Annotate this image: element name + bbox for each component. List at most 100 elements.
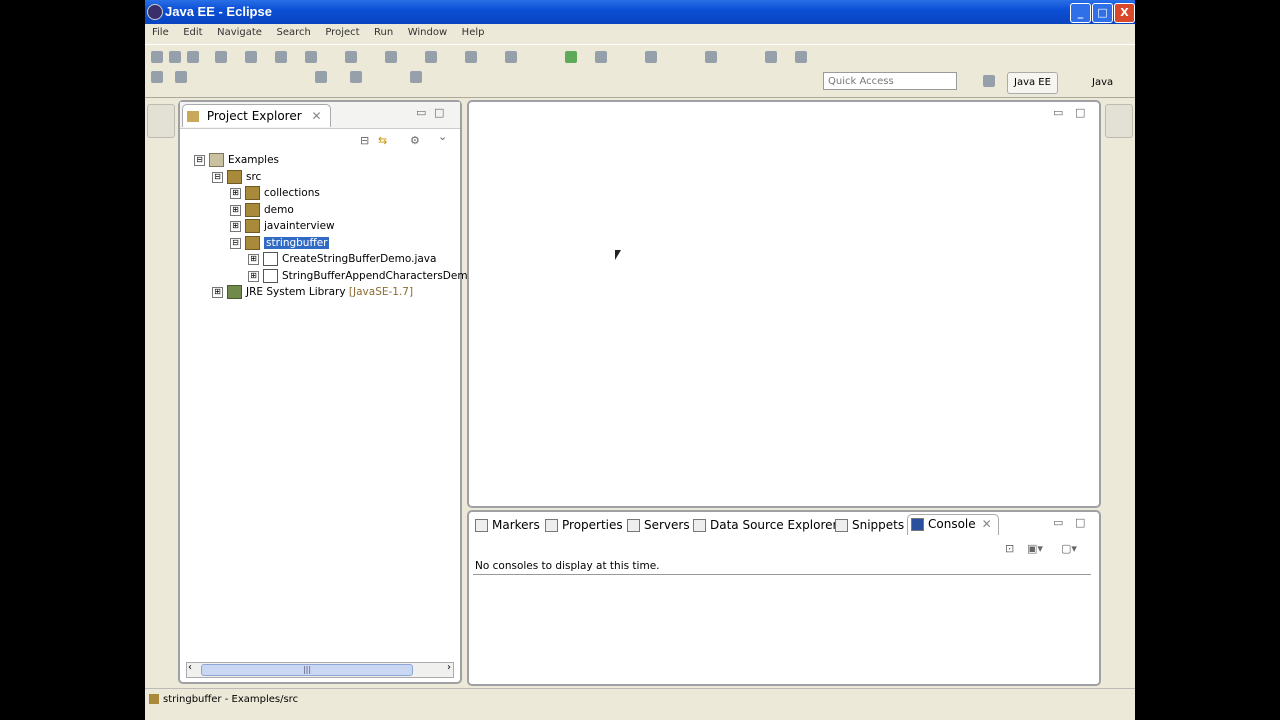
- back-icon[interactable]: [765, 51, 777, 63]
- mouse-cursor-icon: [615, 250, 621, 260]
- close-tab-icon[interactable]: ✕: [312, 109, 322, 123]
- menu-help[interactable]: Help: [458, 24, 489, 41]
- scrollbar-grip: |||: [302, 665, 312, 674]
- left-trim-restore[interactable]: [147, 104, 175, 138]
- tab-snippets[interactable]: Snippets: [835, 516, 904, 534]
- maximize-view-icon[interactable]: □: [434, 106, 444, 119]
- close-tab-icon[interactable]: ✕: [982, 517, 992, 531]
- editor-area[interactable]: ▭ □: [467, 100, 1101, 508]
- tab-console[interactable]: Console ✕: [907, 514, 999, 535]
- print-icon[interactable]: [187, 51, 199, 63]
- expander-icon[interactable]: ⊞: [230, 204, 241, 216]
- tree-label: javainterview: [264, 220, 335, 232]
- maximize-editor-icon[interactable]: □: [1075, 106, 1085, 119]
- tab-properties[interactable]: Properties: [545, 516, 623, 534]
- minimize-editor-icon[interactable]: ▭: [1053, 106, 1063, 119]
- edit-icon[interactable]: [465, 51, 477, 63]
- toolbar-row2-icon-2[interactable]: [175, 71, 187, 83]
- menu-search[interactable]: Search: [272, 24, 314, 41]
- expander-icon[interactable]: ⊟: [194, 154, 205, 166]
- maximize-panel-icon[interactable]: □: [1075, 516, 1085, 529]
- toolbar-row2-icon-4[interactable]: [350, 71, 362, 83]
- tree-label: collections: [264, 187, 320, 199]
- new-project-icon[interactable]: [345, 51, 357, 63]
- menu-window[interactable]: Window: [404, 24, 451, 41]
- expander-icon[interactable]: ⊟: [212, 171, 223, 183]
- menu-file[interactable]: File: [148, 24, 173, 41]
- tree-label: JRE System Library: [246, 286, 346, 298]
- toolbar-row2-icon-5[interactable]: [410, 71, 422, 83]
- tree-node-src[interactable]: ⊟ src: [212, 169, 261, 185]
- expander-icon[interactable]: ⊞: [212, 286, 223, 298]
- build-icon[interactable]: [215, 51, 227, 63]
- close-button[interactable]: X: [1114, 3, 1135, 23]
- perspective-java-ee[interactable]: Java EE: [1007, 72, 1058, 94]
- server-icon[interactable]: [245, 51, 257, 63]
- console-icon: [911, 518, 924, 531]
- tab-servers[interactable]: Servers: [627, 516, 690, 534]
- run-app-icon[interactable]: [565, 51, 577, 63]
- maximize-button[interactable]: □: [1092, 3, 1113, 23]
- toggle-icon[interactable]: [505, 51, 517, 63]
- tree-node-stringbuffer[interactable]: ⊟ stringbuffer: [230, 235, 330, 251]
- tree-node-examples[interactable]: ⊟ Examples: [194, 152, 279, 168]
- expander-icon[interactable]: ⊞: [248, 253, 259, 265]
- minimize-panel-icon[interactable]: ▭: [1053, 516, 1063, 529]
- tree-node-jre-system-library[interactable]: ⊞ JRE System Library [JavaSE-1.7]: [212, 284, 413, 300]
- menu-project[interactable]: Project: [321, 24, 363, 41]
- expander-icon[interactable]: ⊟: [230, 237, 241, 249]
- tree-node-javainterview[interactable]: ⊞ javainterview: [230, 218, 335, 234]
- display-console-icon[interactable]: ▣▾: [1027, 542, 1043, 555]
- link-with-editor-icon[interactable]: ⇆: [378, 134, 387, 147]
- toolbar-row2-icon-3[interactable]: [315, 71, 327, 83]
- package-icon: [245, 203, 260, 217]
- scroll-right-icon[interactable]: ›: [447, 662, 451, 673]
- view-menu-icon[interactable]: ⚙: [410, 134, 420, 147]
- perspective-java[interactable]: Java: [1085, 72, 1120, 94]
- open-console-icon[interactable]: ⊡: [1005, 542, 1014, 555]
- tree-node-demo[interactable]: ⊞ demo: [230, 202, 294, 218]
- new-console-icon[interactable]: ▢▾: [1061, 542, 1077, 555]
- tree-node-collections[interactable]: ⊞ collections: [230, 185, 320, 201]
- search-icon[interactable]: [425, 51, 437, 63]
- eclipse-window: Java EE - Eclipse _ □ X File Edit Naviga…: [145, 0, 1135, 720]
- chevron-down-icon[interactable]: ⌄: [438, 130, 447, 143]
- main-toolbar: Quick Access Java EE Java: [145, 44, 1135, 98]
- perspective-java-ee-label: Java EE: [1014, 77, 1051, 88]
- expander-icon[interactable]: ⊞: [248, 270, 259, 282]
- tab-project-explorer[interactable]: Project Explorer ✕: [182, 104, 331, 127]
- debug-icon[interactable]: [275, 51, 287, 63]
- toolbar-row2-icon-1[interactable]: [151, 71, 163, 83]
- tree-node-stringbufferappendcharactersdemo[interactable]: ⊞ StringBufferAppendCharactersDemo: [248, 268, 474, 284]
- save-icon[interactable]: [169, 51, 181, 63]
- new-icon[interactable]: [151, 51, 163, 63]
- tree-node-createstringbufferdemo[interactable]: ⊞ CreateStringBufferDemo.java: [248, 251, 436, 267]
- external-tools-icon[interactable]: [595, 51, 607, 63]
- run-icon[interactable]: [305, 51, 317, 63]
- annotation-icon[interactable]: [705, 51, 717, 63]
- scroll-left-icon[interactable]: ‹: [188, 662, 192, 673]
- open-perspective-icon[interactable]: [983, 75, 995, 87]
- tab-data-source-explorer[interactable]: Data Source Explorer: [693, 516, 837, 534]
- expander-icon[interactable]: ⊞: [230, 187, 241, 199]
- menu-navigate[interactable]: Navigate: [213, 24, 266, 41]
- scrollbar-thumb[interactable]: |||: [201, 664, 413, 676]
- forward-icon[interactable]: [795, 51, 807, 63]
- collapse-all-icon[interactable]: ⊟: [360, 134, 369, 147]
- minimize-button[interactable]: _: [1070, 3, 1091, 23]
- tab-label: Console: [928, 517, 976, 531]
- minimize-view-icon[interactable]: ▭: [416, 106, 426, 119]
- eclipse-app-icon: [147, 4, 163, 20]
- menu-edit[interactable]: Edit: [179, 24, 206, 41]
- open-perspective-toolbar-icon[interactable]: [645, 51, 657, 63]
- bottom-panel: Markers Properties Servers Data Source E…: [467, 510, 1101, 686]
- quick-access-input[interactable]: Quick Access: [823, 72, 957, 90]
- horizontal-scrollbar[interactable]: ‹ ||| ›: [186, 662, 454, 678]
- expander-icon[interactable]: ⊞: [230, 220, 241, 232]
- package-icon: [245, 219, 260, 233]
- menu-run[interactable]: Run: [370, 24, 397, 41]
- tab-markers[interactable]: Markers: [475, 516, 540, 534]
- project-icon: [209, 153, 224, 167]
- right-trim-restore[interactable]: [1105, 104, 1133, 138]
- open-type-icon[interactable]: [385, 51, 397, 63]
